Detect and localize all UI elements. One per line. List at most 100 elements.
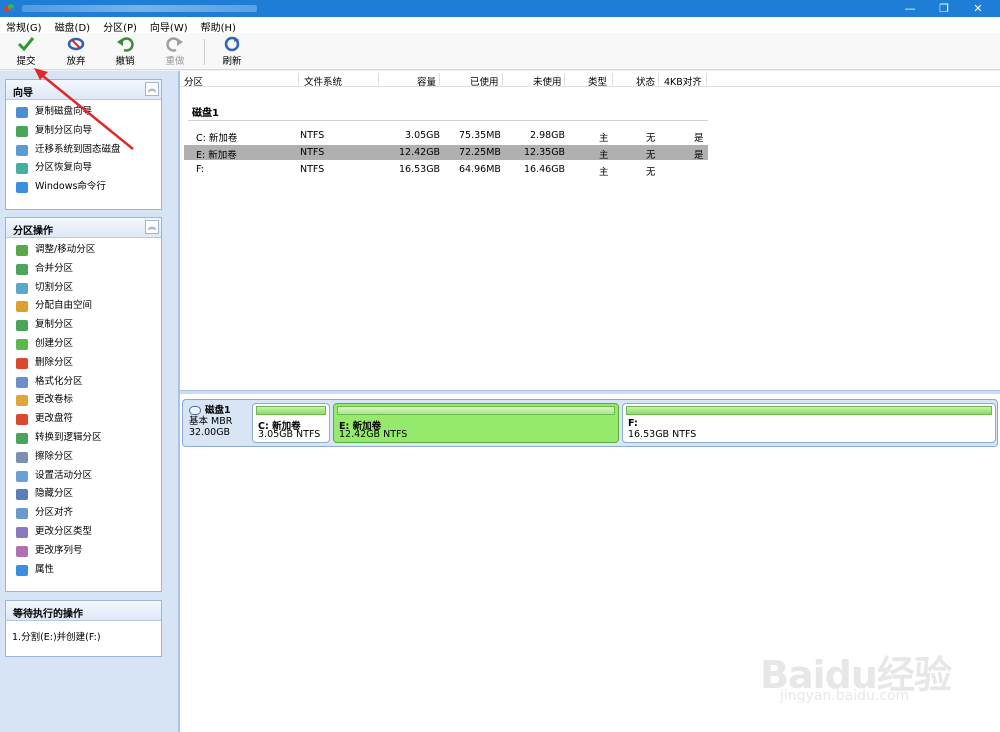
- op-resize-move[interactable]: 调整/移动分区: [6, 241, 161, 260]
- op-change-label[interactable]: 更改卷标: [6, 391, 161, 410]
- wizard-copy-disk[interactable]: 复制磁盘向导: [6, 103, 161, 122]
- column-header-row: 分区 文件系统 容量 已使用 未使用 类型 状态 4KB对齐: [180, 71, 1000, 88]
- convert-icon: [16, 432, 28, 444]
- undo-icon: [117, 37, 134, 52]
- redo-label: 重做: [165, 56, 185, 67]
- pending-ops-panel: 等待执行的操作 1.分割(E:)并创建(F:): [5, 600, 162, 657]
- partition-recovery-icon: [16, 163, 28, 175]
- disk-kind: 基本 MBR: [189, 416, 233, 427]
- label-icon: [16, 395, 28, 407]
- discard-button[interactable]: 放弃: [58, 36, 94, 67]
- delete-icon: [16, 357, 28, 369]
- pending-ops-title: 等待执行的操作: [13, 609, 83, 620]
- wizard-windows-cmd[interactable]: Windows命令行: [6, 178, 161, 197]
- op-align[interactable]: 分区对齐: [6, 504, 161, 523]
- disk-map-bar: 磁盘1 基本 MBR 32.00GB C: 新加卷 3.05GB NTFS E:…: [182, 399, 998, 447]
- op-hide[interactable]: 隐藏分区: [6, 485, 161, 504]
- partition-ops-title: 分区操作: [13, 226, 53, 237]
- table-row[interactable]: C: 新加卷 NTFS 3.05GB 75.35MB 2.98GB 主 无 是: [184, 128, 708, 144]
- menu-disk[interactable]: 磁盘(D): [49, 17, 98, 34]
- title-bar: — ❐ ✕: [0, 0, 1000, 17]
- disk-icon: [189, 406, 201, 415]
- op-set-active[interactable]: 设置活动分区: [6, 467, 161, 486]
- table-row-selected[interactable]: E: 新加卷 NTFS 12.42GB 72.25MB 12.35GB 主 无 …: [184, 145, 708, 161]
- serial-icon: [16, 545, 28, 557]
- op-wipe[interactable]: 擦除分区: [6, 448, 161, 467]
- create-icon: [16, 338, 28, 350]
- wizard-copy-partition[interactable]: 复制分区向导: [6, 122, 161, 141]
- table-row[interactable]: F: NTFS 16.53GB 64.96MB 16.46GB 主 无: [184, 162, 708, 178]
- wizard-migrate-ssd[interactable]: 迁移系统到固态磁盘: [6, 141, 161, 160]
- align-icon: [16, 508, 28, 520]
- merge-icon: [16, 263, 28, 275]
- copy-partition-icon: [16, 125, 28, 137]
- baidu-watermark: Baidu经验 jingyan.baidu.com: [760, 653, 952, 704]
- disk-map-partition-e[interactable]: E: 新加卷 12.42GB NTFS: [333, 403, 619, 443]
- usage-bar: [626, 406, 992, 415]
- menu-help[interactable]: 帮助(H): [195, 17, 243, 34]
- wizard-panel-header: 向导 ︽: [6, 80, 161, 100]
- col-4k-align[interactable]: 4KB对齐: [664, 74, 702, 88]
- op-copy[interactable]: 复制分区: [6, 316, 161, 335]
- menu-wizard[interactable]: 向导(W): [144, 17, 195, 34]
- windows-icon: [16, 182, 28, 194]
- col-used[interactable]: 已使用: [470, 74, 499, 88]
- redo-icon: [166, 37, 183, 52]
- refresh-icon: [224, 36, 240, 52]
- op-create[interactable]: 创建分区: [6, 335, 161, 354]
- op-format[interactable]: 格式化分区: [6, 373, 161, 392]
- toolbar-separator: [204, 39, 205, 65]
- check-icon: [17, 37, 35, 52]
- op-delete[interactable]: 删除分区: [6, 354, 161, 373]
- commit-label: 提交: [16, 56, 36, 67]
- menu-partition[interactable]: 分区(P): [97, 17, 144, 34]
- disk-group-label: 磁盘1: [192, 108, 219, 119]
- copy-disk-icon: [16, 107, 28, 118]
- op-change-drive-letter[interactable]: 更改盘符: [6, 410, 161, 429]
- refresh-label: 刷新: [222, 56, 242, 67]
- maximize-button[interactable]: ❐: [927, 0, 961, 17]
- resize-icon: [16, 245, 28, 256]
- op-convert-logical[interactable]: 转换到逻辑分区: [6, 429, 161, 448]
- minimize-button[interactable]: —: [893, 0, 927, 17]
- wizard-panel-title: 向导: [13, 88, 33, 99]
- op-change-type[interactable]: 更改分区类型: [6, 523, 161, 542]
- op-properties[interactable]: 属性: [6, 561, 161, 580]
- allocate-icon: [16, 301, 28, 313]
- window-title-blurred: [22, 5, 257, 12]
- col-status[interactable]: 状态: [636, 74, 655, 88]
- col-free[interactable]: 未使用: [533, 74, 562, 88]
- wizard-partition-recovery[interactable]: 分区恢复向导: [6, 159, 161, 178]
- disk-size: 32.00GB: [189, 427, 231, 438]
- set-active-icon: [16, 470, 28, 482]
- col-capacity[interactable]: 容量: [417, 74, 436, 88]
- col-type[interactable]: 类型: [588, 74, 607, 88]
- redo-button[interactable]: 重做: [157, 36, 193, 67]
- pending-op-item[interactable]: 1.分割(E:)并创建(F:): [6, 621, 161, 643]
- pending-ops-header: 等待执行的操作: [6, 601, 161, 621]
- usage-bar: [337, 406, 615, 415]
- close-button[interactable]: ✕: [961, 0, 995, 17]
- menu-general[interactable]: 常规(G): [0, 17, 49, 34]
- app-logo-icon: [4, 4, 16, 13]
- op-split[interactable]: 切割分区: [6, 279, 161, 298]
- op-change-serial[interactable]: 更改序列号: [6, 542, 161, 561]
- partition-list-pane: 分区 文件系统 容量 已使用 未使用 类型 状态 4KB对齐 磁盘1 C: 新加…: [180, 71, 1000, 390]
- disk-info[interactable]: 磁盘1 基本 MBR 32.00GB: [189, 405, 249, 438]
- collapse-chevron-icon[interactable]: ︽: [145, 220, 159, 234]
- disk-map-partition-f[interactable]: F: 16.53GB NTFS: [622, 403, 996, 443]
- op-merge[interactable]: 合并分区: [6, 260, 161, 279]
- refresh-button[interactable]: 刷新: [214, 36, 250, 67]
- hide-icon: [16, 489, 28, 501]
- disk-map-partition-c[interactable]: C: 新加卷 3.05GB NTFS: [252, 403, 330, 443]
- commit-button[interactable]: 提交: [8, 36, 44, 67]
- collapse-chevron-icon[interactable]: ︽: [145, 82, 159, 96]
- col-partition[interactable]: 分区: [184, 74, 203, 88]
- op-allocate-free-space[interactable]: 分配自由空间: [6, 297, 161, 316]
- col-filesystem[interactable]: 文件系统: [304, 74, 342, 88]
- undo-button[interactable]: 撤销: [107, 36, 143, 67]
- disk-group-divider: [188, 120, 708, 121]
- discard-icon: [67, 37, 85, 51]
- toolbar: 提交 放弃 撤销 重做 刷新: [0, 33, 1000, 70]
- partition-ops-panel: 分区操作 ︽ 调整/移动分区 合并分区 切割分区 分配自由空间 复制分区 创建分…: [5, 217, 162, 592]
